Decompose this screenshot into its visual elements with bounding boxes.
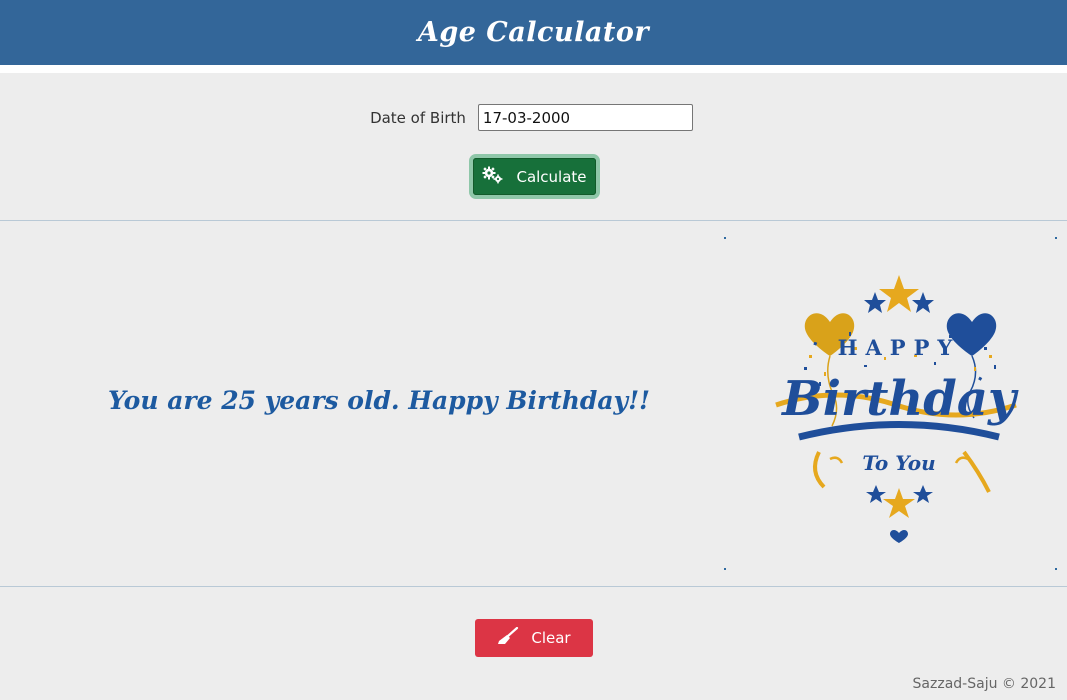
calculate-button[interactable]: Calculate [469, 154, 600, 199]
dob-input[interactable] [477, 104, 693, 131]
page-title: Age Calculator [417, 17, 650, 48]
app-header: Age Calculator [0, 0, 1067, 65]
svg-text:To You: To You [862, 451, 935, 475]
clear-button[interactable]: Clear [475, 619, 593, 657]
header-divider [0, 65, 1067, 73]
broom-icon [497, 626, 519, 649]
svg-text:Birthday: Birthday [780, 371, 1019, 427]
clear-button-label: Clear [531, 629, 571, 647]
svg-text:HAPPY: HAPPY [838, 335, 961, 360]
result-divider-bottom [0, 586, 1067, 587]
dob-form: Date of Birth [0, 104, 1067, 131]
result-message: You are 25 years old. Happy Birthday!! [108, 386, 651, 415]
calculate-button-label: Calculate [516, 167, 587, 186]
result-divider-top [0, 220, 1067, 221]
gears-icon [482, 166, 504, 188]
birthday-card-image: HAPPY Birthday To You [724, 237, 1057, 570]
footer-credit: Sazzad-Saju © 2021 [912, 676, 1056, 692]
dob-label: Date of Birth [370, 108, 466, 127]
